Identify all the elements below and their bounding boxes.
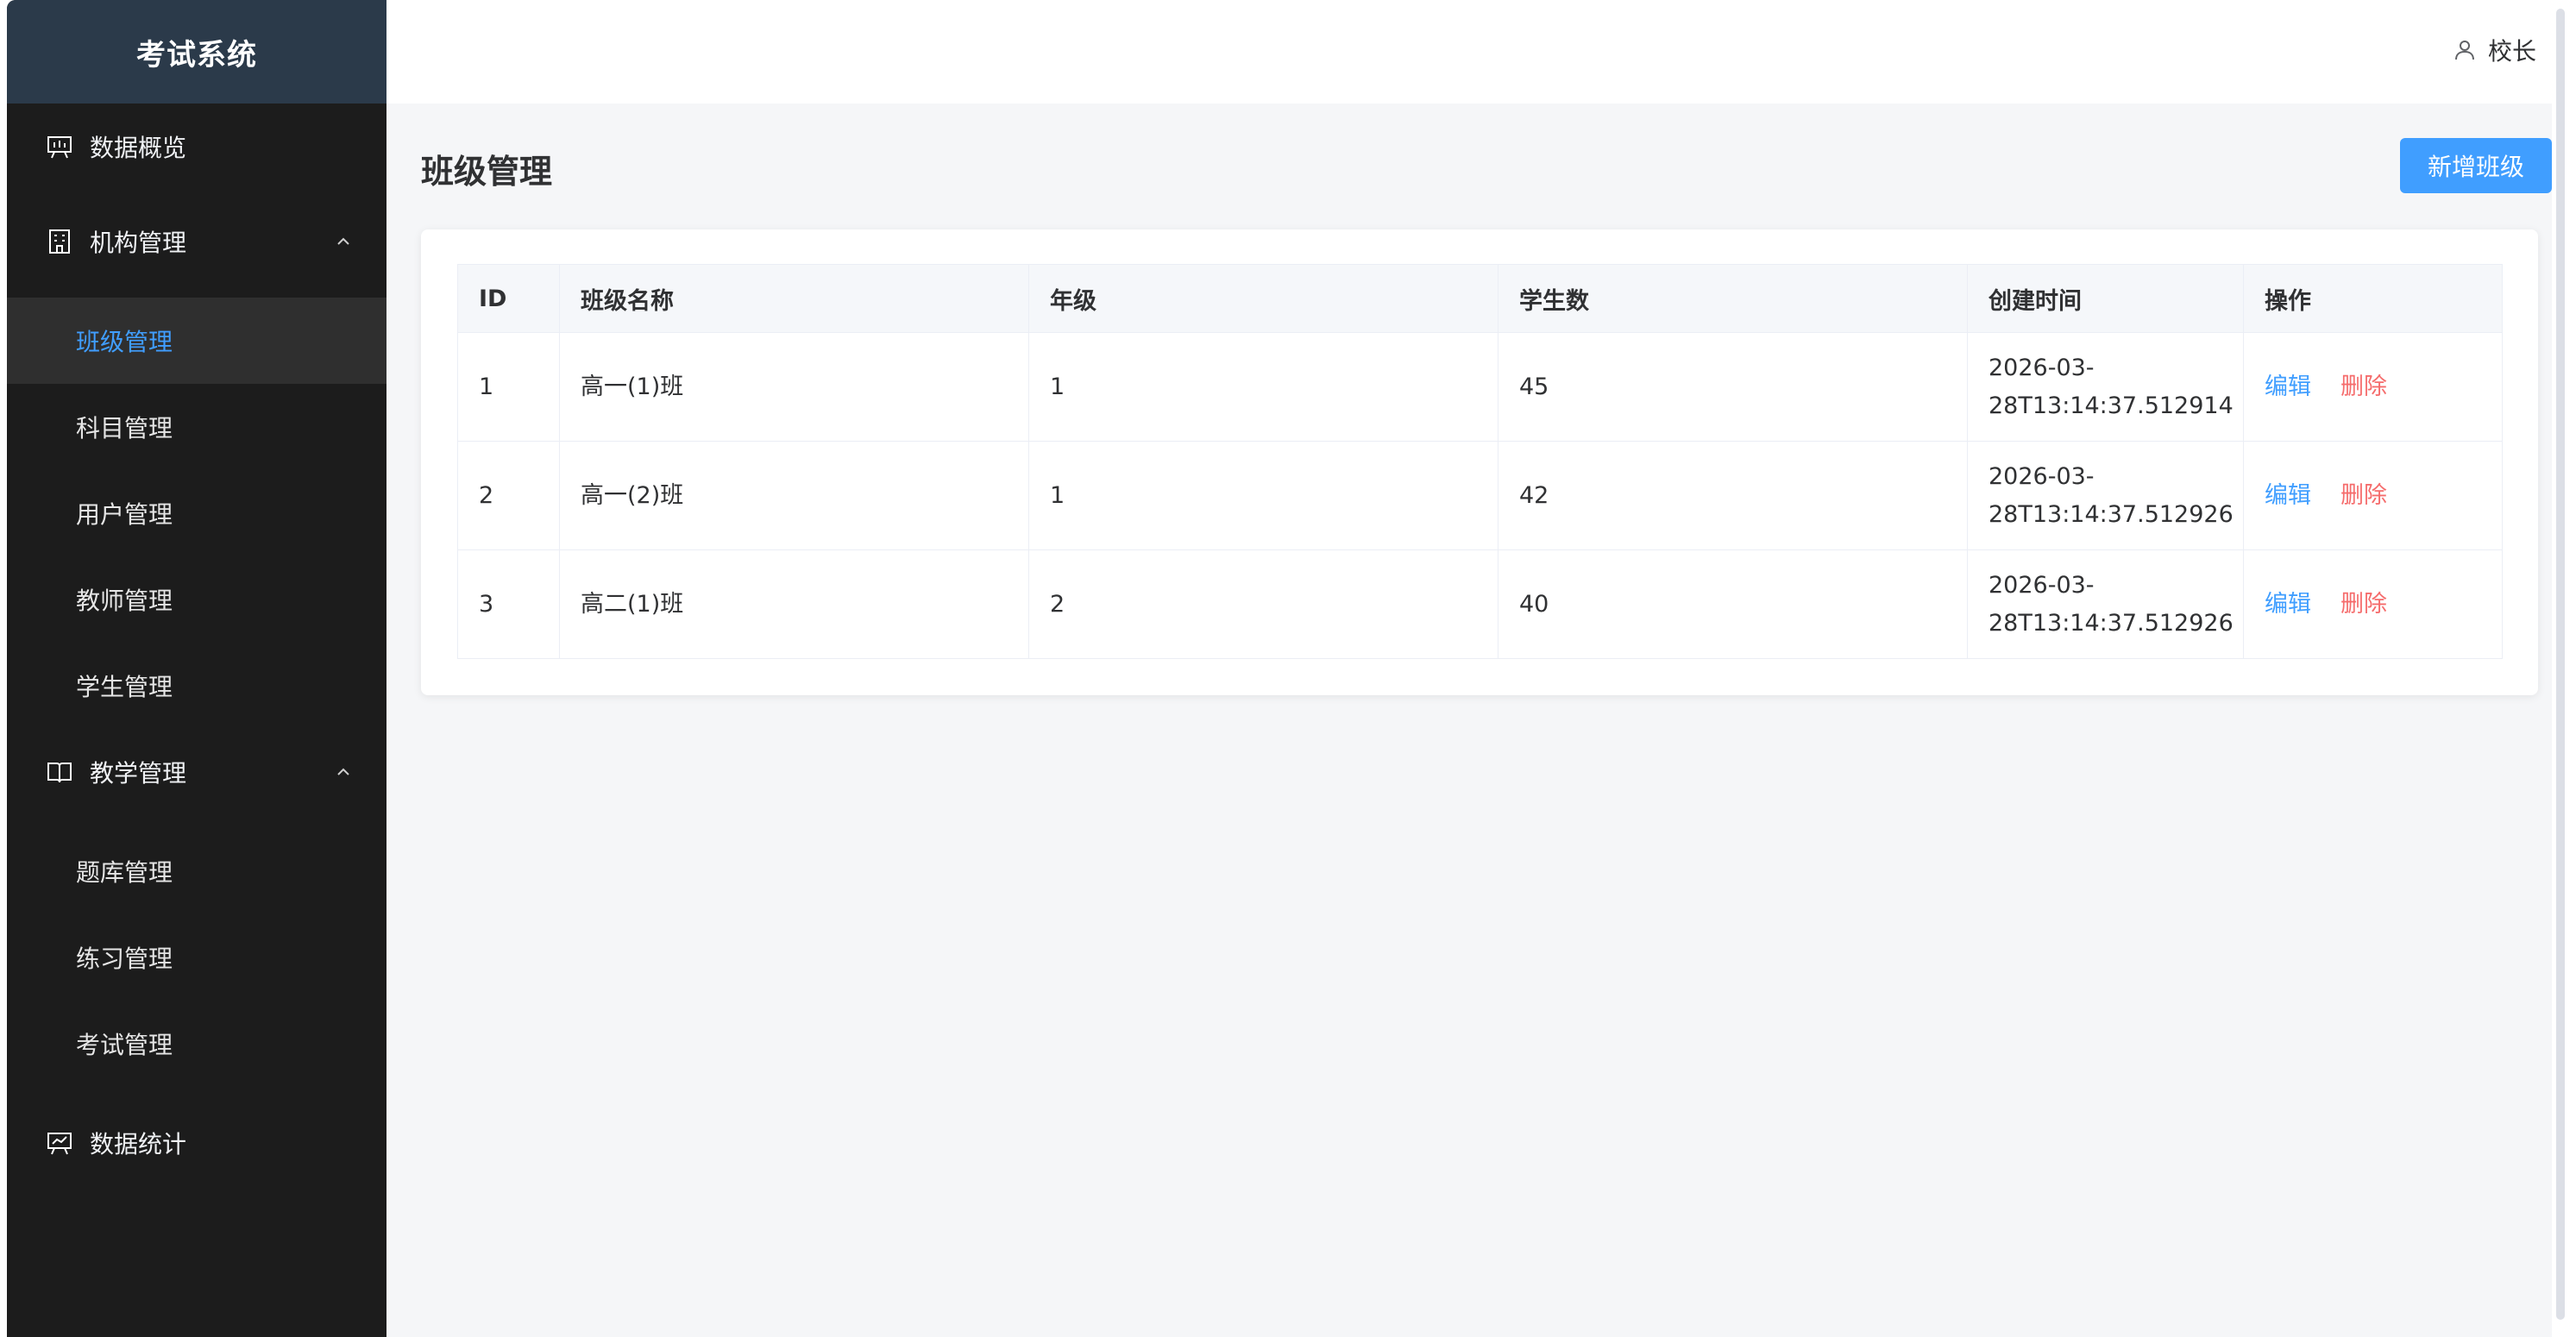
- table-card: ID 班级名称 年级 学生数 创建时间 操作 1 高一(1)班 1 45 202: [421, 229, 2538, 695]
- cell-grade: 1: [1028, 332, 1498, 442]
- sidebar-item-statistics[interactable]: 数据统计: [7, 1100, 386, 1186]
- class-table: ID 班级名称 年级 学生数 创建时间 操作 1 高一(1)班 1 45 202: [457, 264, 2503, 659]
- cell-students: 45: [1498, 332, 1968, 442]
- sidebar-item-org[interactable]: 机构管理: [7, 198, 386, 285]
- building-icon: [45, 227, 74, 256]
- chevron-up-icon: [337, 768, 349, 775]
- book-icon: [45, 757, 74, 787]
- main-content: 班级管理 新增班级 ID 班级名称 年级 学生数 创建时间 操作 1 高一(1)…: [386, 104, 2552, 1337]
- column-header: 操作: [2243, 264, 2503, 333]
- sidebar-item-teachers[interactable]: 教师管理: [7, 556, 386, 643]
- column-header: ID: [457, 264, 560, 333]
- sidebar-item-label: 数据概览: [90, 134, 187, 162]
- cell-actions: 编辑 删除: [2243, 441, 2503, 550]
- sidebar-item-question-bank[interactable]: 题库管理: [7, 828, 386, 914]
- cell-id: 3: [457, 549, 560, 659]
- edit-link[interactable]: 编辑: [2265, 373, 2311, 400]
- cell-id: 1: [457, 332, 560, 442]
- app: 考试系统 数据概览 机构管理 班级管理 科目管理 用户管理 教师管理 学生管理 …: [7, 0, 2569, 1337]
- created-date: 2026-03-: [1989, 462, 2095, 490]
- sidebar-item-label: 机构管理: [90, 229, 187, 257]
- sidebar-item-subjects[interactable]: 科目管理: [7, 384, 386, 470]
- cell-class-name: 高二(1)班: [559, 549, 1029, 659]
- cell-created: 2026-03- 28T13:14:37.512914: [1967, 332, 2244, 442]
- presentation-icon: [45, 132, 74, 161]
- created-time: 28T13:14:37.512914: [1989, 392, 2234, 419]
- column-header: 年级: [1028, 264, 1498, 333]
- delete-link[interactable]: 删除: [2340, 482, 2387, 509]
- cell-actions: 编辑 删除: [2243, 332, 2503, 442]
- cell-created: 2026-03- 28T13:14:37.512926: [1967, 549, 2244, 659]
- cell-created: 2026-03- 28T13:14:37.512926: [1967, 441, 2244, 550]
- chart-icon: [45, 1128, 74, 1158]
- user-icon: [2454, 41, 2474, 60]
- delete-link[interactable]: 删除: [2340, 373, 2387, 400]
- user-menu[interactable]: 校长: [2453, 33, 2536, 67]
- page-title: 班级管理: [421, 153, 553, 191]
- sidebar-item-teaching[interactable]: 教学管理: [7, 729, 386, 815]
- sidebar-item-students[interactable]: 学生管理: [7, 643, 386, 729]
- top-header: 校长: [386, 0, 2569, 104]
- cell-class-name: 高一(1)班: [559, 332, 1029, 442]
- created-time: 28T13:14:37.512926: [1989, 609, 2234, 637]
- table-header-row: ID 班级名称 年级 学生数 创建时间 操作: [457, 264, 2503, 333]
- cell-class-name: 高一(2)班: [559, 441, 1029, 550]
- cell-id: 2: [457, 441, 560, 550]
- column-header: 创建时间: [1967, 264, 2244, 333]
- edit-link[interactable]: 编辑: [2265, 591, 2311, 618]
- cell-actions: 编辑 删除: [2243, 549, 2503, 659]
- created-time: 28T13:14:37.512926: [1989, 500, 2234, 528]
- cell-students: 42: [1498, 441, 1968, 550]
- cell-grade: 1: [1028, 441, 1498, 550]
- sidebar-item-label: 教学管理: [90, 759, 187, 788]
- sidebar-item-practice[interactable]: 练习管理: [7, 914, 386, 1001]
- sidebar: 考试系统 数据概览 机构管理 班级管理 科目管理 用户管理 教师管理 学生管理 …: [7, 0, 386, 1337]
- chevron-up-icon: [337, 237, 349, 245]
- app-logo: 考试系统: [7, 0, 386, 104]
- sidebar-item-users[interactable]: 用户管理: [7, 470, 386, 556]
- sidebar-item-classes[interactable]: 班级管理: [7, 298, 386, 384]
- vertical-scrollbar[interactable]: [2552, 0, 2569, 1337]
- sidebar-item-label: 数据统计: [90, 1130, 187, 1158]
- table-row: 2 高一(2)班 1 42 2026-03- 28T13:14:37.512926…: [457, 441, 2503, 550]
- user-name: 校长: [2487, 37, 2536, 66]
- column-header: 班级名称: [559, 264, 1029, 333]
- cell-students: 40: [1498, 549, 1968, 659]
- add-class-button[interactable]: 新增班级: [2400, 138, 2552, 193]
- created-date: 2026-03-: [1989, 571, 2095, 599]
- cell-grade: 2: [1028, 549, 1498, 659]
- delete-link[interactable]: 删除: [2340, 591, 2387, 618]
- created-date: 2026-03-: [1989, 354, 2095, 381]
- scrollbar-thumb[interactable]: [2556, 9, 2565, 1320]
- table-row: 3 高二(1)班 2 40 2026-03- 28T13:14:37.512926…: [457, 549, 2503, 659]
- column-header: 学生数: [1498, 264, 1968, 333]
- table-row: 1 高一(1)班 1 45 2026-03- 28T13:14:37.512914…: [457, 332, 2503, 442]
- edit-link[interactable]: 编辑: [2265, 482, 2311, 509]
- sidebar-item-overview[interactable]: 数据概览: [7, 104, 386, 190]
- sidebar-item-exams[interactable]: 考试管理: [7, 1001, 386, 1087]
